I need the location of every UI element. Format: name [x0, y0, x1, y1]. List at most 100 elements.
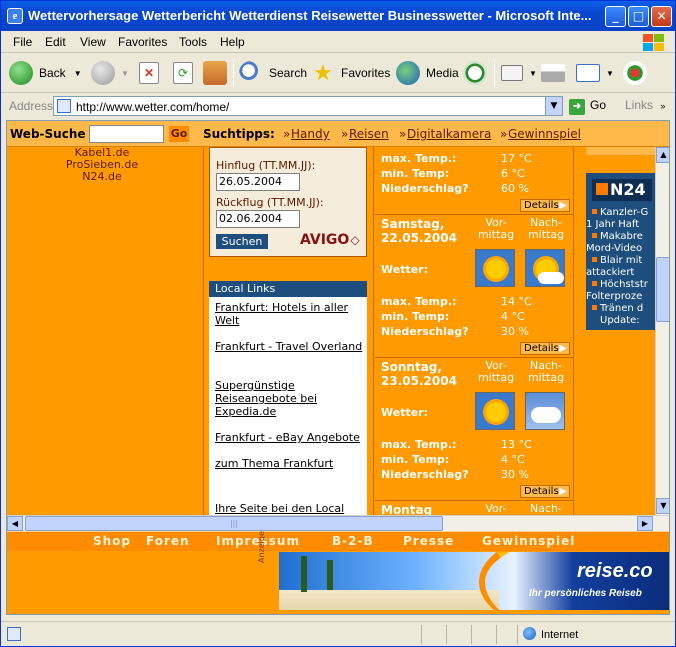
nav-link-b2b[interactable]: B-2-B: [332, 534, 374, 548]
reise-ad-banner[interactable]: reise.co Ihr persönliches Reiseb: [279, 552, 669, 610]
address-input[interactable]: http://www.wetter.com/home/ ▼: [53, 96, 563, 116]
n24-news-item[interactable]: Tränen d: [586, 303, 655, 315]
local-link-hotels[interactable]: Frankfurt: Hotels in aller Welt: [215, 301, 365, 327]
scroll-left-icon[interactable]: ◀: [7, 516, 23, 531]
details-button[interactable]: Details ▶: [520, 199, 570, 212]
sun-icon: [475, 249, 515, 287]
n24-update-label[interactable]: Update:: [586, 315, 655, 327]
partner-link-prosieben[interactable]: ProSieben.de: [7, 158, 197, 171]
weather-forecast: max. Temp.: 17 °C min. Temp: 6 °C Niedersc…: [375, 147, 573, 515]
messenger-button[interactable]: [623, 58, 653, 88]
close-button[interactable]: ✕: [651, 6, 672, 27]
back-button[interactable]: Back ▼: [9, 58, 82, 88]
menu-file[interactable]: File: [13, 35, 32, 49]
favorites-label: Favorites: [341, 66, 391, 80]
rain-value: 60 %: [501, 182, 529, 195]
rain-label: Niederschlag?: [381, 468, 469, 481]
tip-link-reisen[interactable]: Reisen: [349, 127, 389, 141]
horizontal-scrollbar[interactable]: ◀ ||| ▶: [7, 515, 669, 531]
n24-news-item[interactable]: Makabre: [586, 231, 655, 243]
return-date-input[interactable]: 02.06.2004: [216, 210, 300, 228]
tip-link-gewinnspiel[interactable]: Gewinnspiel: [508, 127, 581, 141]
min-temp-label: min. Temp:: [381, 167, 450, 180]
nav-link-presse[interactable]: Presse: [403, 534, 454, 548]
depart-date-input[interactable]: 26.05.2004: [216, 173, 300, 191]
avigo-logo: AVIGO◇: [300, 232, 360, 248]
depart-date-label: Hinflug (TT.MM.JJ):: [216, 159, 316, 172]
history-button[interactable]: [463, 58, 493, 88]
ad-slogan: Ihr persönliches Reiseb: [529, 588, 642, 599]
partner-link-kabel1[interactable]: Kabel1.de: [7, 147, 197, 159]
stop-button[interactable]: ✕: [139, 58, 165, 88]
n24-news-item[interactable]: Höchststr: [586, 279, 655, 291]
stop-icon: ✕: [139, 62, 159, 84]
details-label: Details: [524, 486, 559, 497]
media-button[interactable]: Media: [396, 58, 459, 88]
ie-logo-icon: e: [7, 8, 23, 24]
scroll-up-icon[interactable]: ▲: [656, 147, 669, 163]
nav-link-shop[interactable]: Shop: [93, 534, 131, 548]
scroll-right-icon[interactable]: ▶: [637, 516, 653, 531]
internet-globe-icon: [523, 627, 536, 640]
favorites-button[interactable]: ★ Favorites: [311, 58, 390, 88]
mail-button[interactable]: ▼: [501, 58, 537, 88]
local-link-expedia[interactable]: Supergünstige Reiseangebote bei Expedia.…: [215, 379, 365, 418]
address-url[interactable]: http://www.wetter.com/home/: [76, 100, 229, 114]
chevron-down-icon[interactable]: ▼: [545, 97, 562, 115]
menu-view[interactable]: View: [80, 35, 106, 49]
maximize-button[interactable]: □: [628, 6, 649, 27]
details-button[interactable]: Details ▶: [520, 485, 570, 498]
status-divider: [496, 625, 497, 644]
vertical-scroll-thumb[interactable]: [656, 257, 669, 322]
local-link-thema-frankfurt[interactable]: zum Thema Frankfurt: [215, 457, 365, 470]
n24-news-text[interactable]: Mord-Video: [586, 243, 655, 255]
n24-news-text[interactable]: attackiert: [586, 267, 655, 279]
sun-cloud-icon: [525, 249, 565, 287]
scroll-down-icon[interactable]: ▼: [656, 498, 669, 514]
refresh-button[interactable]: ⟳: [173, 58, 199, 88]
edit-button[interactable]: ▼: [576, 58, 614, 88]
minimize-button[interactable]: _: [605, 6, 626, 27]
max-temp-value: 13 °C: [501, 438, 532, 451]
menu-favorites[interactable]: Favorites: [118, 35, 167, 49]
media-globe-icon: [396, 61, 420, 85]
chevron-right-icon: ▶: [559, 200, 567, 211]
search-button[interactable]: Search: [239, 58, 307, 88]
nav-link-foren[interactable]: Foren: [146, 534, 190, 548]
avigo-brand: AVIGO: [300, 232, 350, 248]
n24-news-item[interactable]: Blair mit: [586, 255, 655, 267]
menu-edit[interactable]: Edit: [45, 35, 66, 49]
local-link-travel-overland[interactable]: Frankfurt - Travel Overland: [215, 340, 365, 353]
home-button[interactable]: [203, 58, 233, 88]
web-search-go-button[interactable]: Go: [169, 126, 189, 142]
min-temp-value: 6 °C: [501, 167, 525, 180]
menu-help[interactable]: Help: [220, 35, 245, 49]
chevron-right-icon: ▶: [559, 343, 567, 354]
vertical-scrollbar[interactable]: ▲ ▼: [655, 147, 669, 515]
tip-link-handy[interactable]: Handy: [291, 127, 330, 141]
flight-search-button[interactable]: Suchen: [216, 234, 268, 249]
local-link-ebay[interactable]: Frankfurt - eBay Angebote: [215, 431, 365, 444]
web-search-input[interactable]: [89, 125, 164, 143]
go-button[interactable]: ➜ Go: [569, 98, 606, 115]
details-button[interactable]: Details ▶: [520, 342, 570, 355]
n24-news-item[interactable]: Kanzler-G: [586, 207, 655, 219]
rain-label: Niederschlag?: [381, 325, 469, 338]
sidebar-strip: [586, 147, 655, 155]
horizontal-scroll-thumb[interactable]: |||: [25, 516, 443, 531]
forward-button[interactable]: ▼: [91, 58, 129, 88]
max-temp-label: max. Temp.:: [381, 152, 457, 165]
links-button[interactable]: Links »: [625, 98, 665, 112]
bullet-icon: »: [399, 127, 407, 141]
address-label: Address: [9, 99, 54, 113]
chevron-down-icon: ▼: [121, 68, 129, 78]
menu-tools[interactable]: Tools: [179, 35, 207, 49]
partner-link-n24[interactable]: N24.de: [7, 170, 197, 183]
n24-news-text[interactable]: Folterproze: [586, 291, 655, 303]
menu-bar: File Edit View Favorites Tools Help: [1, 31, 675, 53]
nav-link-gewinnspiel[interactable]: Gewinnspiel: [482, 534, 575, 548]
local-link-your-page[interactable]: Ihre Seite bei den Local: [215, 502, 365, 515]
n24-news-text[interactable]: 1 Jahr Haft: [586, 219, 655, 231]
tip-link-digitalkamera[interactable]: Digitalkamera: [407, 127, 491, 141]
print-button[interactable]: [541, 58, 571, 88]
